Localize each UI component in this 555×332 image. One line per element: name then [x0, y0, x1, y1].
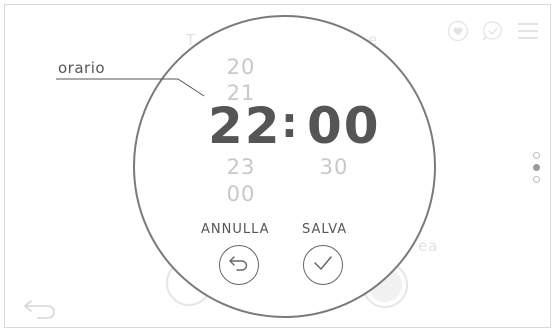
selected-minute[interactable]: 00 — [307, 97, 381, 155]
field-label: orario — [58, 59, 106, 77]
hour-option[interactable]: 20 — [211, 55, 271, 79]
selected-hour[interactable]: 22 — [208, 97, 282, 155]
time-separator: : — [281, 98, 298, 147]
chat-check-icon[interactable] — [481, 20, 505, 46]
time-picker-dialog — [133, 15, 436, 318]
background-label-fragment: ea — [418, 237, 439, 255]
save-label: SALVA — [302, 222, 348, 237]
cancel-label: ANNULLA — [201, 222, 270, 237]
page-dot-active[interactable] — [532, 164, 540, 171]
check-icon — [312, 253, 334, 277]
minute-option[interactable]: 30 — [304, 155, 364, 179]
hour-option[interactable]: 00 — [211, 182, 271, 206]
page-dot[interactable] — [532, 152, 540, 159]
save-button[interactable] — [303, 245, 343, 285]
hour-option[interactable]: 23 — [211, 155, 271, 179]
menu-icon[interactable] — [517, 21, 539, 45]
undo-icon — [227, 253, 251, 277]
page-indicator — [531, 152, 541, 188]
back-arrow-icon[interactable] — [22, 295, 58, 325]
heart-badge-icon[interactable] — [447, 20, 469, 46]
leader-line — [56, 78, 205, 97]
page-dot[interactable] — [532, 176, 540, 183]
cancel-button[interactable] — [219, 245, 259, 285]
